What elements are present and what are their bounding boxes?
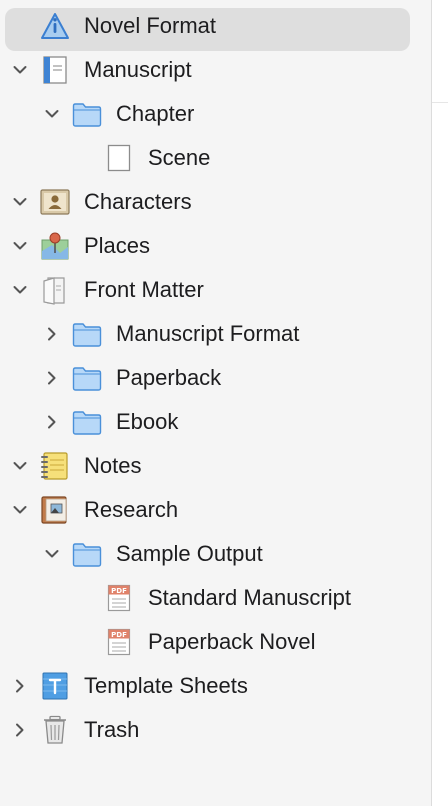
binder-item-sample-output[interactable]: Sample Output [0,532,431,576]
binder-item-template-sheets[interactable]: Template Sheets [0,664,431,708]
binder-item-research[interactable]: Research [0,488,431,532]
binder-item-chapter[interactable]: Chapter [0,92,431,136]
binder-item-label: Notes [84,453,142,478]
binder-item-manuscript-format[interactable]: Manuscript Format [0,312,431,356]
chevron-right-icon[interactable] [9,675,31,697]
chevron-right-icon[interactable] [41,367,63,389]
map-pin-icon [40,231,70,261]
folder-icon [72,363,102,393]
binder-item-label: Manuscript [84,57,192,82]
binder-item-manuscript[interactable]: Manuscript [0,48,431,92]
folder-icon [72,99,102,129]
binder-item-novel-format[interactable]: Novel Format [0,4,431,51]
folder-icon [72,539,102,569]
manuscript-icon [40,55,70,85]
pdf-icon: PDF [104,583,134,613]
binder-item-paperback-novel[interactable]: PDF Paperback Novel [0,620,431,664]
trash-icon [40,715,70,745]
binder-item-label: Front Matter [84,277,204,302]
chevron-right-icon[interactable] [41,323,63,345]
binder-item-trash[interactable]: Trash [0,708,431,752]
binder-item-notes[interactable]: Notes [0,444,431,488]
chevron-down-icon[interactable] [9,235,31,257]
person-card-icon [40,187,70,217]
editor-pane-edge [431,0,448,806]
binder-item-label: Manuscript Format [116,321,300,346]
binder-item-label: Characters [84,189,192,214]
binder-item-front-matter[interactable]: Front Matter [0,268,431,312]
research-icon [40,495,70,525]
template-sheets-icon [40,671,70,701]
binder-item-label: Template Sheets [84,673,248,698]
info-triangle-icon [40,11,70,41]
binder-item-label: Ebook [116,409,179,434]
binder-item-places[interactable]: Places [0,224,431,268]
binder-item-ebook[interactable]: Ebook [0,400,431,444]
binder-item-label: Research [84,497,179,522]
binder-item-label: Places [84,233,151,258]
pdf-icon: PDF [104,627,134,657]
chevron-down-icon[interactable] [9,59,31,81]
chevron-down-icon[interactable] [9,279,31,301]
chevron-right-icon[interactable] [41,411,63,433]
binder-item-characters[interactable]: Characters [0,180,431,224]
svg-text:PDF: PDF [111,587,127,595]
binder-item-label: Paperback [116,365,222,390]
binder-item-label: Paperback Novel [148,629,316,654]
svg-text:PDF: PDF [111,631,127,639]
folder-icon [72,407,102,437]
front-matter-icon [40,275,70,305]
chevron-down-icon[interactable] [41,543,63,565]
divider [432,102,448,103]
chevron-down-icon[interactable] [9,499,31,521]
notepad-icon [40,451,70,481]
binder-item-label: Sample Output [116,541,263,566]
binder-item-scene[interactable]: Scene [0,136,431,180]
chevron-down-icon[interactable] [9,455,31,477]
binder-item-label: Novel Format [84,13,217,38]
chevron-right-icon[interactable] [9,719,31,741]
binder-item-label: Standard Manuscript [148,585,351,610]
folder-icon [72,319,102,349]
chevron-down-icon[interactable] [9,191,31,213]
binder-sidebar: Novel Format Manuscript Chapter Scene Charac… [0,0,431,806]
chevron-down-icon[interactable] [41,103,63,125]
document-icon [104,143,134,173]
binder-item-label: Chapter [116,101,195,126]
binder-item-paperback[interactable]: Paperback [0,356,431,400]
binder-item-label: Trash [84,717,140,742]
binder-item-standard-manuscript[interactable]: PDF Standard Manuscript [0,576,431,620]
binder-item-label: Scene [148,145,211,170]
